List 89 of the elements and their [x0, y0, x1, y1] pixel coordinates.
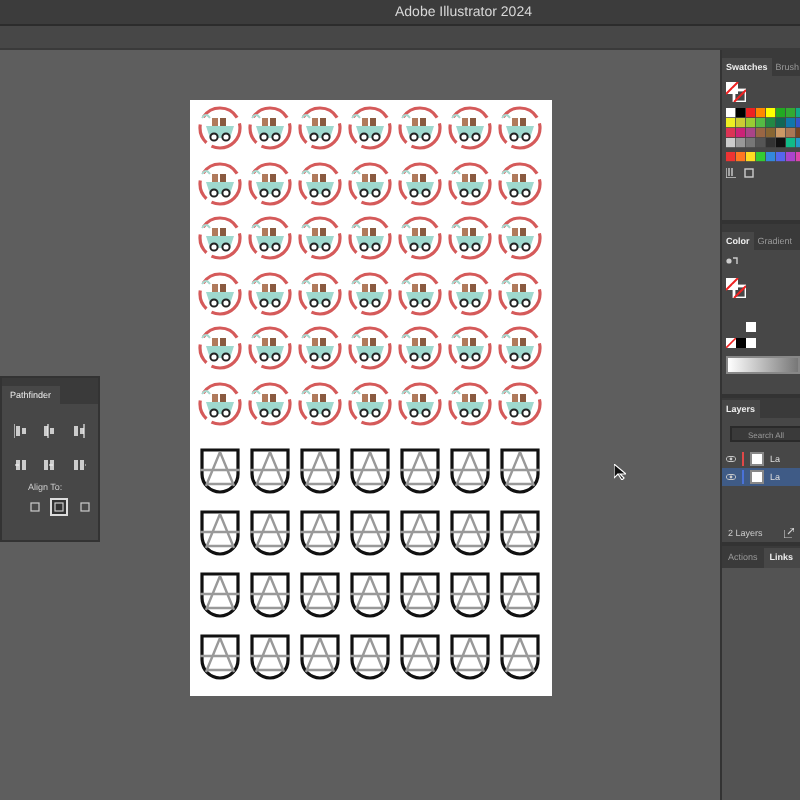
sticker-drawing: [397, 381, 441, 425]
sticker-drawing: [197, 161, 241, 205]
sticker-drawing: [447, 271, 491, 315]
sticker-drawing: [397, 570, 441, 622]
swap-icon[interactable]: [726, 256, 738, 266]
default-swatches-icon[interactable]: [726, 338, 758, 348]
sticker-drawing: [447, 381, 491, 425]
sticker-drawing: [497, 570, 541, 622]
sticker-drawing: [497, 381, 541, 425]
sticker-drawing: [347, 161, 391, 205]
sticker-drawing: [347, 632, 391, 684]
sticker-drawing: [497, 271, 541, 315]
sticker-drawing: [497, 446, 541, 498]
sticker-drawing: [447, 446, 491, 498]
sticker-drawing: [347, 446, 391, 498]
export-icon[interactable]: [784, 528, 794, 538]
sticker-drawing: [397, 632, 441, 684]
pointer-icon: [614, 464, 626, 480]
sticker-drawing: [297, 216, 341, 260]
library-icon[interactable]: [726, 168, 736, 178]
eye-icon[interactable]: [726, 456, 736, 462]
sticker-drawing: [447, 570, 491, 622]
sticker-drawing: [447, 106, 491, 150]
align-icon[interactable]: [72, 424, 87, 438]
sticker-drawing: [247, 271, 291, 315]
sticker-drawing: [397, 271, 441, 315]
sticker-drawing: [297, 570, 341, 622]
sticker-drawing: [497, 508, 541, 560]
color-spectrum-bar[interactable]: [726, 356, 800, 374]
sticker-drawing: [247, 161, 291, 205]
sticker-drawing: [297, 381, 341, 425]
sticker-drawing: [247, 570, 291, 622]
swatch-grid[interactable]: [726, 108, 800, 162]
sticker-drawing: [197, 570, 241, 622]
distribute-icon[interactable]: [13, 458, 28, 472]
sticker-drawing: [297, 271, 341, 315]
sticker-drawing: [347, 216, 391, 260]
fill-stroke-icon[interactable]: [726, 278, 746, 298]
sticker-drawing: [247, 632, 291, 684]
sticker-drawing: [197, 326, 241, 370]
sticker-drawing: [347, 570, 391, 622]
sticker-drawing: [497, 106, 541, 150]
sticker-drawing: [247, 381, 291, 425]
sticker-drawing: [197, 216, 241, 260]
sticker-drawing: [247, 446, 291, 498]
sticker-drawing: [397, 216, 441, 260]
sticker-drawing: [497, 326, 541, 370]
sticker-drawing: [197, 508, 241, 560]
sticker-drawing: [247, 326, 291, 370]
sticker-drawing: [347, 326, 391, 370]
sticker-drawing: [447, 216, 491, 260]
sticker-drawing: [297, 508, 341, 560]
sticker-drawing: [397, 508, 441, 560]
sticker-drawing: [347, 381, 391, 425]
swatch-options-icon[interactable]: [744, 168, 754, 178]
sticker-drawing: [447, 508, 491, 560]
sticker-drawing: [297, 446, 341, 498]
sticker-drawing: [397, 446, 441, 498]
sticker-drawing: [447, 326, 491, 370]
align-icon[interactable]: [13, 424, 28, 438]
sticker-drawing: [397, 326, 441, 370]
sticker-drawing: [197, 446, 241, 498]
align-icon[interactable]: [42, 424, 57, 438]
sticker-drawing: [447, 161, 491, 205]
distribute-icon[interactable]: [72, 458, 87, 472]
sticker-drawing: [197, 271, 241, 315]
sticker-drawing: [247, 508, 291, 560]
sticker-drawing: [197, 381, 241, 425]
sticker-drawing: [497, 161, 541, 205]
sticker-drawing: [397, 106, 441, 150]
sticker-drawing: [447, 632, 491, 684]
sticker-drawing: [247, 106, 291, 150]
fill-stroke-icon[interactable]: [726, 82, 746, 102]
sticker-drawing: [347, 508, 391, 560]
sticker-drawing: [197, 632, 241, 684]
sticker-drawing: [247, 216, 291, 260]
sticker-drawing: [497, 632, 541, 684]
align-to-option[interactable]: [50, 498, 69, 516]
sticker-drawing: [297, 632, 341, 684]
eye-icon[interactable]: [726, 474, 736, 480]
sticker-drawing: [347, 271, 391, 315]
sticker-drawing: [297, 161, 341, 205]
distribute-icon[interactable]: [42, 458, 57, 472]
sticker-drawing: [297, 106, 341, 150]
sticker-drawing: [297, 326, 341, 370]
sticker-drawing: [497, 216, 541, 260]
sticker-drawing: [397, 161, 441, 205]
sticker-drawing: [197, 106, 241, 150]
sticker-drawing: [347, 106, 391, 150]
